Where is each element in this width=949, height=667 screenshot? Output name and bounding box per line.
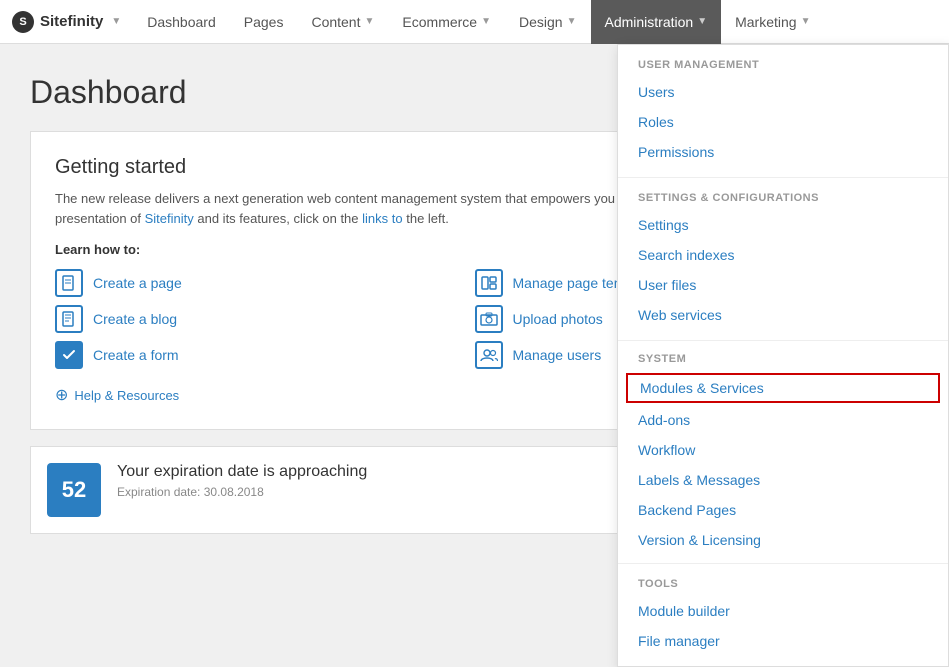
user-management-label: USER MANAGEMENT	[618, 55, 948, 77]
dropdown-item-roles[interactable]: Roles	[618, 107, 948, 137]
administration-dropdown: USER MANAGEMENT Users Roles Permissions …	[617, 44, 949, 667]
page-icon	[55, 269, 83, 297]
form-icon	[55, 341, 83, 369]
blog-icon	[55, 305, 83, 333]
users-icon	[475, 341, 503, 369]
sitefinity-link[interactable]: Sitefinity	[145, 211, 194, 226]
create-form-label: Create a form	[93, 347, 179, 363]
tools-label: TOOLS	[618, 574, 948, 596]
dropdown-item-version-licensing[interactable]: Version & Licensing	[618, 525, 948, 555]
help-resources-label: Help & Resources	[74, 388, 179, 403]
system-label: SYSTEM	[618, 349, 948, 371]
template-icon	[475, 269, 503, 297]
marketing-chevron-icon: ▼	[801, 16, 811, 27]
create-blog-label: Create a blog	[93, 311, 177, 327]
dropdown-item-permissions[interactable]: Permissions	[618, 137, 948, 167]
dropdown-section-system: SYSTEM Modules & Services Add-ons Workfl…	[618, 341, 948, 564]
logo-icon: S	[12, 11, 34, 33]
shortcut-create-page[interactable]: Create a page	[55, 269, 475, 297]
nav-item-design[interactable]: Design ▼	[505, 0, 591, 44]
dropdown-section-user-management: USER MANAGEMENT Users Roles Permissions	[618, 45, 948, 178]
dropdown-item-settings[interactable]: Settings	[618, 210, 948, 240]
dropdown-item-file-manager[interactable]: File manager	[618, 626, 948, 656]
nav-item-ecommerce[interactable]: Ecommerce ▼	[388, 0, 505, 44]
content-chevron-icon: ▼	[365, 16, 375, 27]
dropdown-item-modules-services[interactable]: Modules & Services	[626, 373, 940, 403]
settings-config-label: SETTINGS & CONFIGURATIONS	[618, 188, 948, 210]
dropdown-item-add-ons[interactable]: Add-ons	[618, 405, 948, 435]
expiration-text: Your expiration date is approaching Expi…	[117, 463, 367, 499]
manage-users-label: Manage users	[513, 347, 602, 363]
create-page-label: Create a page	[93, 275, 182, 291]
brand-logo[interactable]: S Sitefinity ▼	[0, 11, 133, 33]
dropdown-section-tools: TOOLS Module builder File manager	[618, 564, 948, 666]
dropdown-item-search-indexes[interactable]: Search indexes	[618, 240, 948, 270]
dropdown-item-workflow[interactable]: Workflow	[618, 435, 948, 465]
nav-item-content[interactable]: Content ▼	[297, 0, 388, 44]
dropdown-item-users[interactable]: Users	[618, 77, 948, 107]
main-area: Dashboard Getting started The new releas…	[0, 44, 949, 622]
admin-chevron-icon: ▼	[697, 16, 707, 27]
design-chevron-icon: ▼	[567, 16, 577, 27]
photos-icon	[475, 305, 503, 333]
dropdown-item-user-files[interactable]: User files	[618, 270, 948, 300]
ecommerce-chevron-icon: ▼	[481, 16, 491, 27]
dropdown-section-settings: SETTINGS & CONFIGURATIONS Settings Searc…	[618, 178, 948, 341]
expiration-subtitle: Expiration date: 30.08.2018	[117, 485, 367, 499]
nav-item-pages[interactable]: Pages	[230, 0, 298, 44]
nav-item-administration[interactable]: Administration ▼	[591, 0, 722, 44]
top-navigation: S Sitefinity ▼ Dashboard Pages Content ▼…	[0, 0, 949, 44]
nav-item-dashboard[interactable]: Dashboard	[133, 0, 230, 44]
expiration-icon: 52	[47, 463, 101, 517]
upload-photos-label: Upload photos	[513, 311, 603, 327]
links-link[interactable]: links to	[362, 211, 402, 226]
brand-name: Sitefinity	[40, 13, 103, 30]
shortcut-create-blog[interactable]: Create a blog	[55, 305, 475, 333]
nav-item-marketing[interactable]: Marketing ▼	[721, 0, 824, 44]
expiration-title: Your expiration date is approaching	[117, 463, 367, 481]
brand-chevron-icon: ▼	[111, 16, 121, 27]
dropdown-item-web-services[interactable]: Web services	[618, 300, 948, 330]
shortcut-create-form[interactable]: Create a form	[55, 341, 475, 369]
dropdown-item-labels-messages[interactable]: Labels & Messages	[618, 465, 948, 495]
help-icon: ⊕	[55, 385, 68, 405]
dropdown-item-backend-pages[interactable]: Backend Pages	[618, 495, 948, 525]
